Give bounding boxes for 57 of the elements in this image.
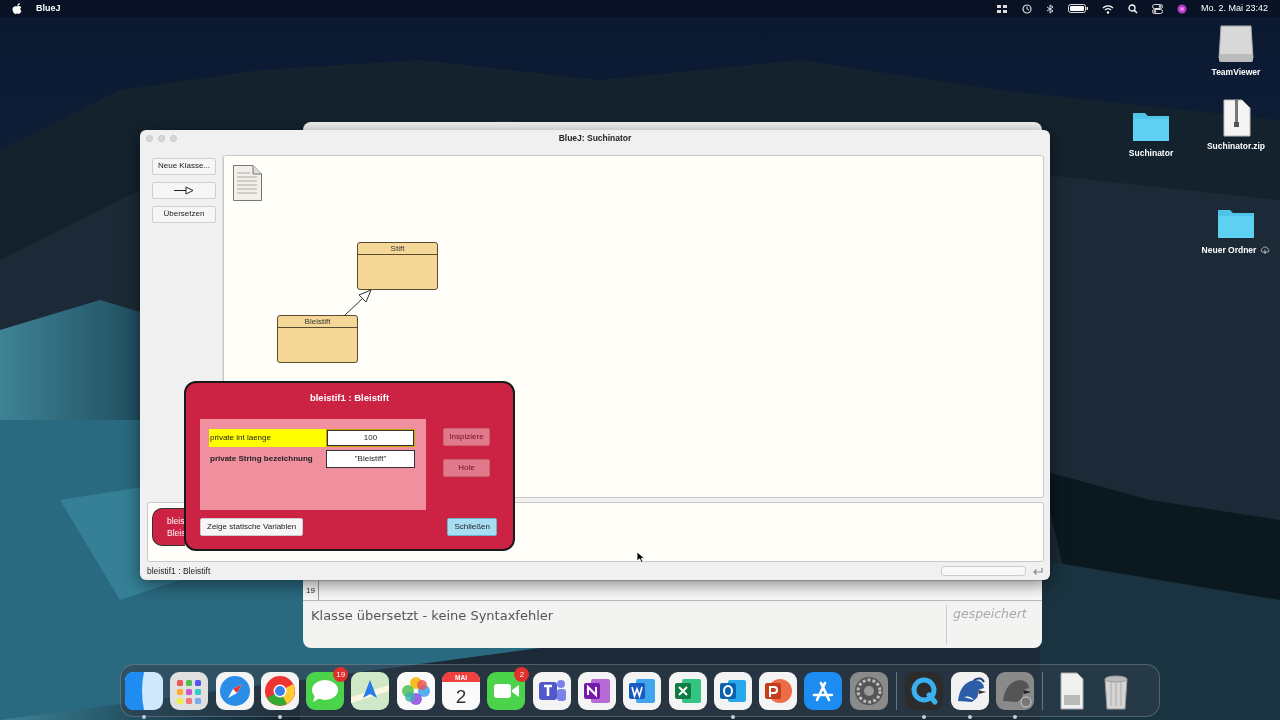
window-title: BlueJ: Suchinator <box>558 132 632 145</box>
wifi-icon[interactable] <box>1101 3 1114 14</box>
calendar-icon <box>441 670 482 711</box>
dialog-title: bleistif1 : Bleistift <box>308 391 391 405</box>
control-center-icon[interactable] <box>1151 3 1163 14</box>
calendar-day: 2 <box>454 684 469 709</box>
presentation-icon <box>758 670 799 711</box>
desktop-icon-label[interactable]: Suchinator <box>1128 147 1174 160</box>
field-label[interactable]: private int laenge <box>209 429 326 447</box>
close-button[interactable]: Schließen <box>447 518 497 536</box>
dock-app-button[interactable] <box>169 670 210 711</box>
desktop-icon-label[interactable]: TeamViewer <box>1211 66 1261 79</box>
line-number: 19 <box>303 581 319 600</box>
static-variables-button[interactable]: Zeige statische Variablen <box>200 518 304 536</box>
class-name: Bleistift <box>278 315 357 328</box>
siri-icon[interactable] <box>1176 3 1187 14</box>
return-icon[interactable] <box>1032 566 1043 576</box>
field-value[interactable]: "Bleistift" <box>326 450 415 468</box>
toolbar-button[interactable]: Neue Klasse... <box>152 157 216 175</box>
search-icon[interactable] <box>1127 3 1138 14</box>
class-box[interactable]: Bleistift <box>277 314 358 363</box>
bluetooth-icon[interactable] <box>1045 3 1054 14</box>
class-name: Stift <box>358 242 437 255</box>
save-status: gespeichert <box>946 605 1042 644</box>
dock-app-button[interactable] <box>350 670 391 711</box>
dock-app-button[interactable]: 2 <box>486 670 527 711</box>
status-text: bleistif1 : Bleistift <box>147 564 211 578</box>
app-menu[interactable]: BlueJ <box>36 1 61 16</box>
cloud-download-icon <box>1260 246 1271 255</box>
dock-app-button[interactable]: 19 <box>305 670 346 711</box>
object-name: bleis <box>167 515 185 528</box>
status-message: Klasse übersetzt - keine Syntaxfehler <box>310 607 555 625</box>
magnifier-q-icon <box>904 670 945 711</box>
app-grid-icon <box>169 670 210 711</box>
class-box[interactable]: Stift <box>357 241 438 290</box>
app-store-icon <box>803 670 844 711</box>
arrow-icon <box>173 185 195 195</box>
document-tile-icon <box>622 670 663 711</box>
clock-status-icon[interactable] <box>1021 3 1032 14</box>
toolbar-button[interactable]: Übersetzen <box>152 205 216 223</box>
field-value[interactable]: 100 <box>326 429 415 447</box>
desktop-icon-label[interactable]: Neuer Ordner <box>1201 244 1257 257</box>
drive-icon[interactable] <box>1216 24 1256 64</box>
dock-app-button[interactable] <box>803 670 844 711</box>
menu-bar-clock[interactable]: Mo. 2. Mai 23:42 <box>1200 1 1268 16</box>
field-label[interactable]: private String bezeichnung <box>209 450 326 468</box>
two-tone-square-icon <box>124 670 164 711</box>
battery-icon[interactable] <box>1067 4 1088 13</box>
apple-menu-icon[interactable] <box>12 3 22 14</box>
grid-status-icon[interactable] <box>995 3 1008 14</box>
dock-app-button[interactable] <box>622 670 663 711</box>
desktop-icon-label[interactable]: Suchinator.zip <box>1206 140 1266 153</box>
dock-app-button[interactable] <box>758 670 799 711</box>
inheritance-arrow <box>342 287 374 318</box>
document-icon[interactable] <box>233 164 262 201</box>
inheritance-arrow-button[interactable] <box>152 181 216 199</box>
map-icon <box>350 670 391 711</box>
